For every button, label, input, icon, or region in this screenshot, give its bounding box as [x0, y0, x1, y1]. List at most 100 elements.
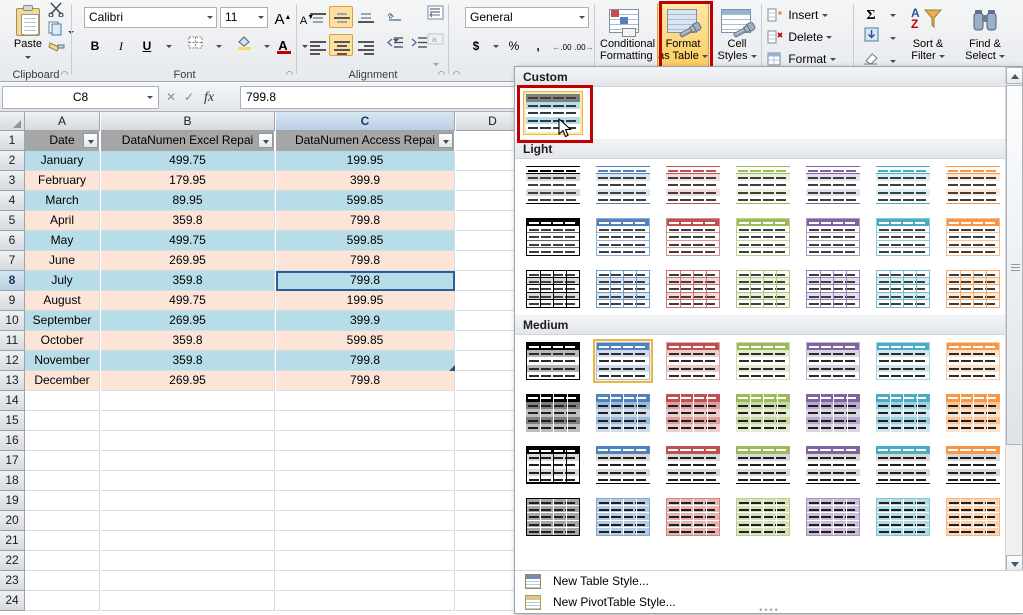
cell-C23[interactable]	[276, 571, 455, 591]
cell-A1[interactable]: Date	[25, 131, 100, 151]
font-dialog-launcher[interactable]: ◠	[284, 69, 295, 80]
cell-C22[interactable]	[276, 551, 455, 571]
cell-A17[interactable]	[25, 451, 100, 471]
clipboard-dialog-launcher[interactable]: ◠	[59, 69, 70, 80]
table-style-light-9[interactable]	[593, 215, 653, 259]
row-header-24[interactable]: 24	[0, 591, 25, 611]
table-style-medium-11[interactable]	[733, 391, 793, 435]
cell-C19[interactable]	[276, 491, 455, 511]
table-resize-handle[interactable]	[449, 365, 455, 371]
row-header-9[interactable]: 9	[0, 291, 25, 311]
row-header-3[interactable]: 3	[0, 171, 25, 191]
cell-C24[interactable]	[276, 591, 455, 611]
table-style-medium-1[interactable]	[523, 339, 583, 383]
table-style-medium-9[interactable]	[593, 391, 653, 435]
cell-B19[interactable]	[101, 491, 275, 511]
table-style-medium-8[interactable]	[523, 391, 583, 435]
cell-A3[interactable]: February	[25, 171, 100, 191]
percent-style-button[interactable]: %	[503, 34, 525, 56]
table-style-light-1[interactable]	[523, 163, 583, 207]
cell-A7[interactable]: June	[25, 251, 100, 271]
table-style-medium-23[interactable]	[593, 495, 653, 539]
cell-B21[interactable]	[101, 531, 275, 551]
table-style-medium-20[interactable]	[873, 443, 933, 487]
cell-B18[interactable]	[101, 471, 275, 491]
cell-A2[interactable]: January	[25, 151, 100, 171]
cell-A9[interactable]: August	[25, 291, 100, 311]
cell-B12[interactable]: 359.8	[101, 351, 275, 371]
align-bottom-button[interactable]	[353, 6, 377, 28]
cell-C17[interactable]	[276, 451, 455, 471]
table-style-medium-14[interactable]	[943, 391, 1003, 435]
align-center-button[interactable]	[329, 34, 353, 56]
row-header-11[interactable]: 11	[0, 331, 25, 351]
cell-B2[interactable]: 499.75	[101, 151, 275, 171]
autosum-dropdown[interactable]	[882, 3, 904, 25]
cell-A8[interactable]: July	[25, 271, 100, 291]
table-style-medium-2[interactable]	[593, 339, 653, 383]
cell-A13[interactable]: December	[25, 371, 100, 391]
font-color-button[interactable]: A	[272, 34, 294, 56]
bold-button[interactable]: B	[84, 34, 106, 56]
table-style-medium-3[interactable]	[663, 339, 723, 383]
paste-button[interactable]: Paste	[6, 3, 50, 60]
new-table-style-menuitem[interactable]: New Table Style...	[515, 571, 1023, 592]
italic-button[interactable]: I	[110, 34, 132, 56]
cell-C12[interactable]: 799.8	[276, 351, 455, 371]
comma-style-button[interactable]: ,	[527, 34, 549, 56]
merge-and-center-button[interactable]: a	[423, 30, 449, 67]
scroll-up-button[interactable]	[1006, 67, 1023, 84]
table-style-light-14[interactable]	[943, 215, 1003, 259]
align-right-button[interactable]	[353, 34, 377, 56]
cell-A12[interactable]: November	[25, 351, 100, 371]
cell-B1[interactable]: DataNumen Excel Repai	[101, 131, 275, 151]
cell-C10[interactable]: 399.9	[276, 311, 455, 331]
decrease-indent-button[interactable]	[383, 34, 407, 56]
cell-C6[interactable]: 599.85	[276, 231, 455, 251]
table-style-light-15[interactable]	[523, 267, 583, 311]
sort-and-filter-button[interactable]: A Z Sort & Filter	[902, 3, 954, 73]
underline-button[interactable]: U	[136, 34, 158, 56]
cell-C1[interactable]: DataNumen Access Repai	[276, 131, 455, 151]
currency-button[interactable]: $	[465, 34, 487, 56]
gallery-resize-grip[interactable]: ••••	[515, 606, 1023, 615]
row-header-1[interactable]: 1	[0, 131, 25, 151]
cell-B8[interactable]: 359.8	[101, 271, 275, 291]
font-name-input[interactable]: Calibri	[84, 7, 217, 28]
row-header-6[interactable]: 6	[0, 231, 25, 251]
cell-A22[interactable]	[25, 551, 100, 571]
column-header-a[interactable]: A	[25, 112, 100, 131]
cell-B4[interactable]: 89.95	[101, 191, 275, 211]
table-style-medium-25[interactable]	[733, 495, 793, 539]
column-header-b[interactable]: B	[101, 112, 275, 131]
find-and-select-button[interactable]: Find & Select	[959, 3, 1011, 73]
align-middle-button[interactable]	[329, 6, 353, 28]
table-style-light-8[interactable]	[523, 215, 583, 259]
table-style-medium-7[interactable]	[943, 339, 1003, 383]
table-style-medium-6[interactable]	[873, 339, 933, 383]
cell-B13[interactable]: 269.95	[101, 371, 275, 391]
cell-C13[interactable]: 799.8	[276, 371, 455, 391]
number-dialog-launcher[interactable]: ◠	[451, 69, 462, 80]
filter-button-C[interactable]	[438, 133, 453, 148]
table-style-medium-5[interactable]	[803, 339, 863, 383]
cell-C4[interactable]: 599.85	[276, 191, 455, 211]
decrease-decimal-button[interactable]: .00→	[573, 34, 595, 56]
row-header-12[interactable]: 12	[0, 351, 25, 371]
cell-B9[interactable]: 499.75	[101, 291, 275, 311]
cell-C15[interactable]	[276, 411, 455, 431]
cell-A11[interactable]: October	[25, 331, 100, 351]
cell-A15[interactable]	[25, 411, 100, 431]
cell-B22[interactable]	[101, 551, 275, 571]
gallery-scrollbar[interactable]	[1005, 67, 1023, 572]
cell-A23[interactable]	[25, 571, 100, 591]
conditional-formatting-button[interactable]: Conditional Formatting	[599, 3, 655, 73]
cell-B10[interactable]: 269.95	[101, 311, 275, 331]
delete-cells-button[interactable]: Delete	[766, 25, 850, 47]
cell-B14[interactable]	[101, 391, 275, 411]
table-style-medium-16[interactable]	[593, 443, 653, 487]
table-style-medium-21[interactable]	[943, 443, 1003, 487]
cell-A5[interactable]: April	[25, 211, 100, 231]
table-style-light-10[interactable]	[663, 215, 723, 259]
cut-button[interactable]	[48, 2, 70, 19]
